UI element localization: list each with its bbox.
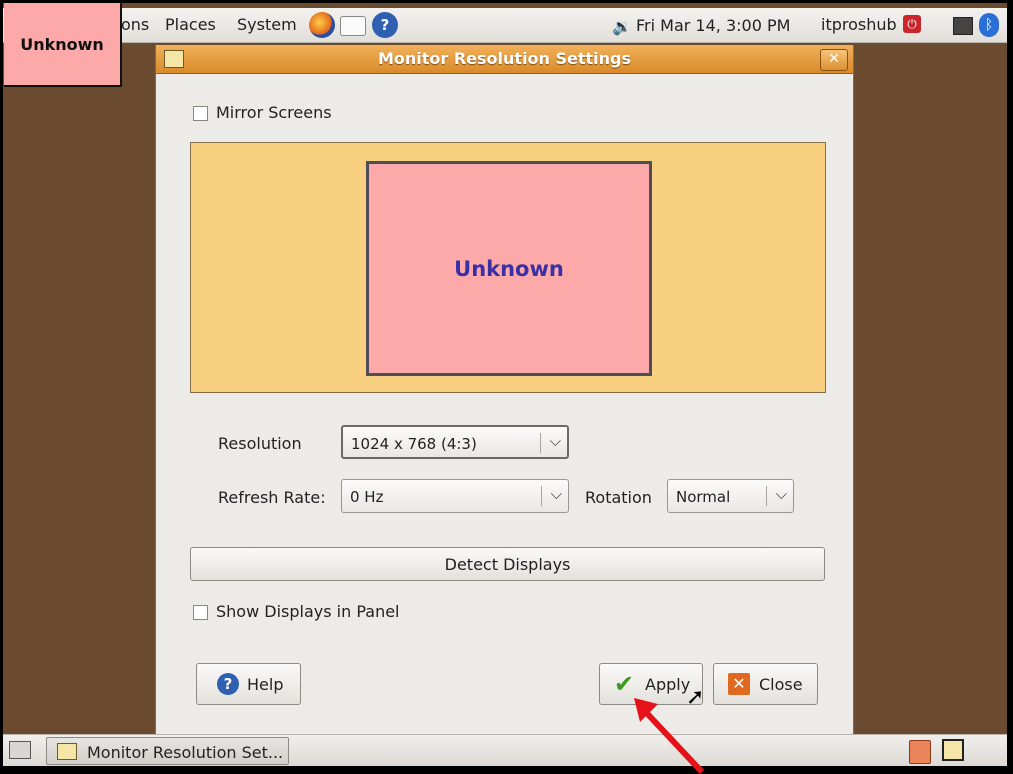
volume-icon[interactable]: 🔉 <box>612 17 632 36</box>
dialog-title: Monitor Resolution Settings <box>377 49 632 68</box>
menu-places[interactable]: Places <box>165 15 216 34</box>
red-arrow-annotation <box>634 698 705 774</box>
detect-displays-button[interactable]: Detect Displays <box>190 547 825 581</box>
mail-icon[interactable] <box>340 16 366 36</box>
resolution-label: Resolution <box>218 434 302 453</box>
mirror-screens-checkbox[interactable] <box>193 106 208 121</box>
resolution-value: 1024 x 768 (4:3) <box>351 435 477 453</box>
top-panel: ons Places System ? 🔉 Fri Mar 14, 3:00 P… <box>3 8 1007 43</box>
user-menu[interactable]: itproshub <box>821 15 897 34</box>
monitor-resolution-dialog: Monitor Resolution Settings ✕ Mirror Scr… <box>155 45 854 735</box>
display-preview: Unknown <box>190 142 826 393</box>
detect-displays-label: Detect Displays <box>444 555 571 574</box>
help-icon: ? <box>217 673 239 695</box>
unknown-display-tag: Unknown <box>4 3 122 87</box>
trash-icon[interactable] <box>909 740 931 764</box>
chevron-down-icon: ⌵ <box>775 485 787 503</box>
checkmark-icon: ✔ <box>614 670 635 698</box>
chevron-down-icon: ⌵ <box>550 485 562 503</box>
apply-label: Apply <box>645 675 691 694</box>
close-button[interactable]: ✕ Close <box>713 663 818 705</box>
help-button[interactable]: ? Help <box>196 663 301 705</box>
rotation-value: Normal <box>676 488 731 506</box>
desktop: ons Places System ? 🔉 Fri Mar 14, 3:00 P… <box>3 3 1007 766</box>
refresh-rate-select[interactable]: 0 Hz ⌵ <box>341 479 569 513</box>
chevron-down-icon: ⌵ <box>549 432 561 450</box>
bluetooth-icon[interactable]: ᛒ <box>979 13 999 37</box>
taskbar-window-button[interactable]: Monitor Resolution Set... <box>46 737 289 765</box>
dialog-titlebar[interactable]: Monitor Resolution Settings ✕ <box>156 45 853 74</box>
display-applet-icon[interactable] <box>942 739 964 761</box>
menu-applications[interactable]: ons <box>121 15 149 34</box>
help-label: Help <box>247 675 284 694</box>
menu-system[interactable]: System <box>237 15 297 34</box>
monitor-tile[interactable]: Unknown <box>366 161 652 376</box>
help-icon[interactable]: ? <box>372 12 398 38</box>
resolution-select[interactable]: 1024 x 768 (4:3) ⌵ <box>341 425 569 459</box>
refresh-rate-label: Refresh Rate: <box>218 488 326 507</box>
mirror-screens-label: Mirror Screens <box>216 103 332 122</box>
bottom-panel: Monitor Resolution Set... <box>3 734 1007 766</box>
firefox-icon[interactable] <box>309 12 335 38</box>
network-icon[interactable] <box>953 17 973 35</box>
refresh-rate-value: 0 Hz <box>350 488 384 506</box>
show-displays-label: Show Displays in Panel <box>216 602 400 621</box>
titlebar-close-button[interactable]: ✕ <box>820 49 848 71</box>
monitor-tile-label: Unknown <box>454 256 564 281</box>
close-icon: ✕ <box>728 673 750 695</box>
rotation-select[interactable]: Normal ⌵ <box>667 479 794 513</box>
rotation-label: Rotation <box>585 488 652 507</box>
show-desktop-icon[interactable] <box>9 741 31 759</box>
taskbar-window-label: Monitor Resolution Set... <box>87 743 284 762</box>
close-label: Close <box>759 675 803 694</box>
power-icon[interactable]: ⏻ <box>903 15 921 33</box>
display-icon <box>57 743 77 760</box>
clock[interactable]: Fri Mar 14, 3:00 PM <box>636 16 790 35</box>
unknown-display-tag-label: Unknown <box>20 34 104 54</box>
show-displays-checkbox[interactable] <box>193 605 208 620</box>
